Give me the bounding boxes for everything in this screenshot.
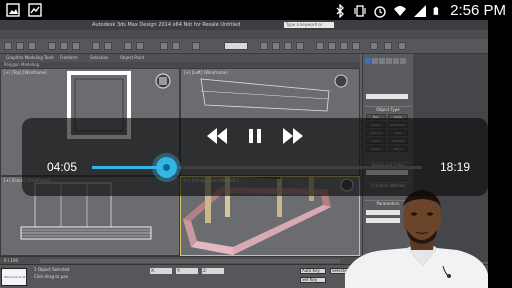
fast-forward-icon[interactable] <box>281 126 305 146</box>
toolbar-icon <box>296 42 304 50</box>
total-time: 18:19 <box>440 160 471 174</box>
seek-handle[interactable] <box>155 157 177 178</box>
toolbar-icon <box>48 42 56 50</box>
maxscript-listener: Welcome to M <box>1 268 27 286</box>
frame-counter: 0 / 100 <box>4 258 19 263</box>
timeline: 0 / 100 <box>0 256 362 264</box>
coord-y: Y: <box>176 268 198 274</box>
primitive-type-dropdown <box>366 94 408 99</box>
wifi-icon <box>394 5 407 16</box>
status-clock: 2:56 PM <box>450 2 506 19</box>
object-type-header: Object Type <box>365 106 411 112</box>
viewport-label: [+] [Left] [Wireframe] <box>184 70 228 75</box>
coord-x: X: <box>150 268 172 274</box>
search-box: Type a keyword or phrase <box>284 22 334 33</box>
toolbar-icon <box>192 42 200 50</box>
bluetooth-icon <box>336 3 345 18</box>
toolbar-icon <box>72 42 80 50</box>
toolbar-icon <box>124 42 132 50</box>
toolbar-icon <box>316 42 324 50</box>
set-key-button: Set Key <box>300 277 326 283</box>
toolbar-icon <box>16 42 24 50</box>
alarm-icon <box>374 5 386 18</box>
ribbon-tabs: Graphite Modeling Tools Freeform Selecti… <box>0 54 360 62</box>
battery-icon <box>433 6 439 15</box>
android-status-bar: 2:56 PM <box>0 0 512 20</box>
display-tab-icon <box>393 58 399 64</box>
create-tab-icon <box>365 58 371 64</box>
toolbar-icon <box>160 42 168 50</box>
video-surface[interactable]: Autodesk 3ds Max Design 2014 x64 Not for… <box>0 20 488 288</box>
stats-icon <box>28 3 42 17</box>
image-icon <box>6 3 20 17</box>
command-panel-tabs <box>365 58 406 64</box>
player-controls-overlay: 04:05 18:19 <box>22 118 488 196</box>
prompt-status: Click-drag to pan <box>34 274 69 279</box>
toolbar-icon <box>92 42 100 50</box>
toolbar-icon <box>352 42 360 50</box>
motion-tab-icon <box>386 58 392 64</box>
pause-icon[interactable] <box>243 126 267 146</box>
toolbar-dropdown <box>224 42 248 50</box>
letterbox-bar <box>488 20 512 288</box>
utilities-tab-icon <box>400 58 406 64</box>
toolbar-icon <box>60 42 68 50</box>
auto-key-button: Auto Key <box>300 268 326 274</box>
selection-status: 1 Object Selected <box>34 267 70 272</box>
seek-bar[interactable] <box>92 157 422 178</box>
app-title: Autodesk 3ds Max Design 2014 x64 Not for… <box>92 22 241 28</box>
maxscript-text: Welcome to M <box>4 275 26 279</box>
ribbon-tab: Graphite Modeling Tools <box>6 55 55 60</box>
current-time: 04:05 <box>47 160 78 174</box>
seek-progress <box>92 166 166 169</box>
toolbar-icon <box>260 42 268 50</box>
coord-z: Z: <box>202 268 224 274</box>
vibrate-icon <box>354 4 366 17</box>
viewport-label: [+] [Top] [Wireframe] <box>4 70 47 75</box>
toolbar-icon <box>328 42 336 50</box>
toolbar-icon <box>284 42 292 50</box>
toolbar-icon <box>4 42 12 50</box>
signal-icon <box>414 4 427 17</box>
transport-controls <box>22 118 488 156</box>
app-title-bar: Autodesk 3ds Max Design 2014 x64 Not for… <box>0 20 488 33</box>
modify-tab-icon <box>372 58 378 64</box>
toolbar-icon <box>384 42 392 50</box>
toolbar-icon <box>272 42 280 50</box>
toolbar-icon <box>136 42 144 50</box>
toolbar-icon <box>370 42 378 50</box>
rewind-icon[interactable] <box>205 126 229 146</box>
toolbar-icon <box>172 42 180 50</box>
ribbon-tab: Object Paint <box>120 55 145 60</box>
menu-bar <box>0 30 488 39</box>
timeline-track <box>40 259 340 263</box>
main-toolbar <box>0 39 488 54</box>
toolbar-icon <box>104 42 112 50</box>
toolbar-icon <box>398 42 406 50</box>
toolbar-icon <box>28 42 36 50</box>
ribbon-tab: Freeform <box>60 55 78 60</box>
toolbar-icon <box>340 42 348 50</box>
ribbon-tab: Selection <box>90 55 109 60</box>
hierarchy-tab-icon <box>379 58 385 64</box>
